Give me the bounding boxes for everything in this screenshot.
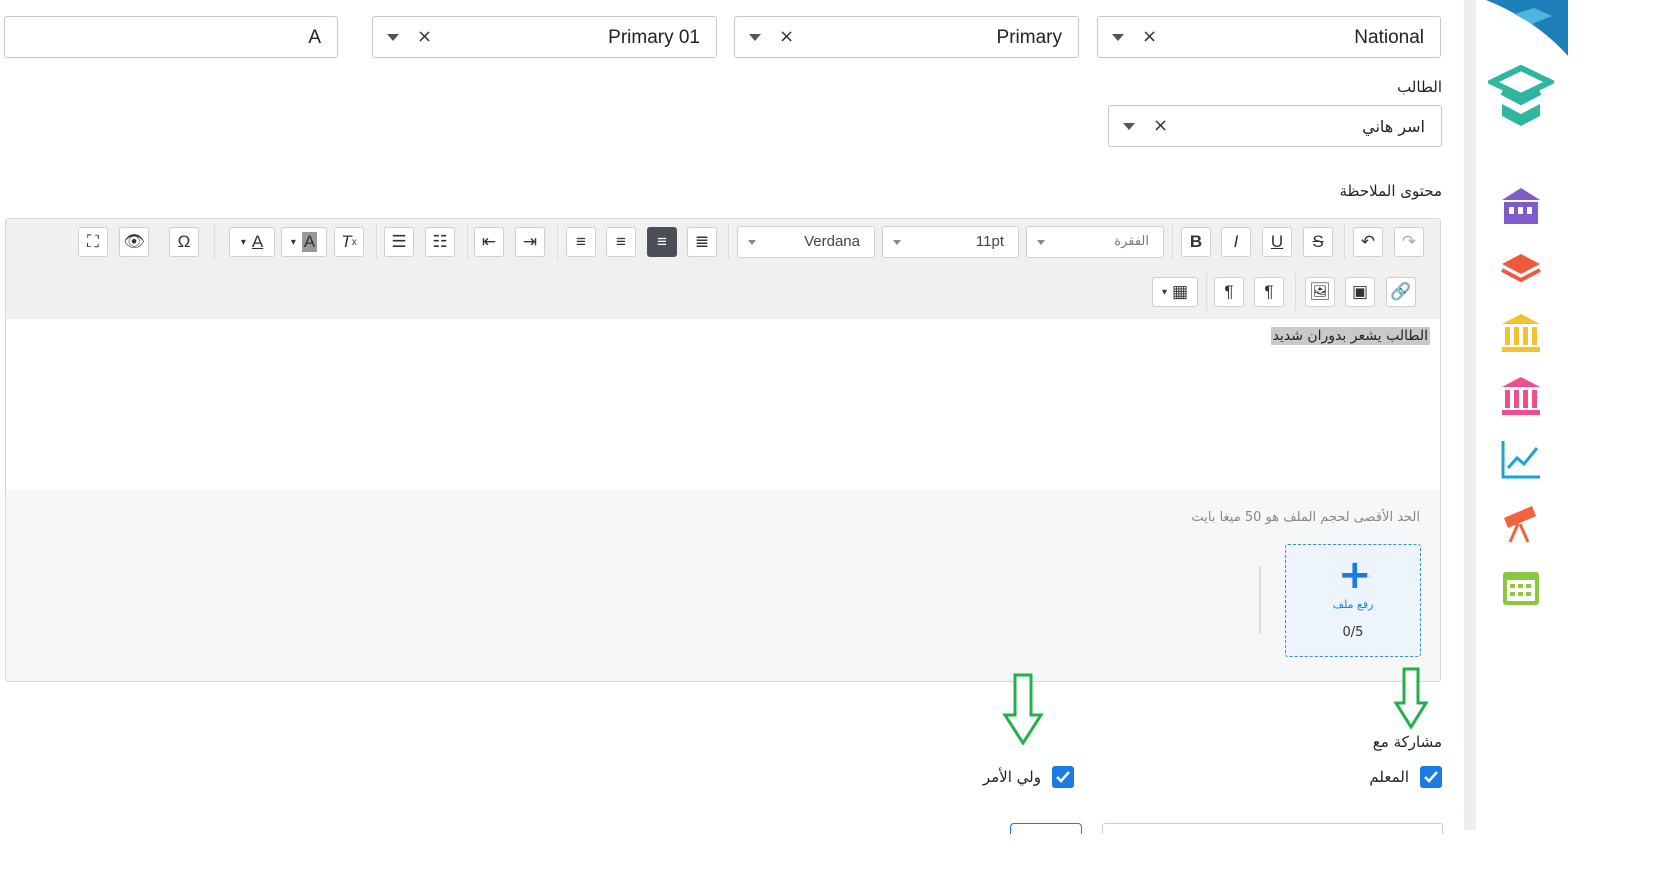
chevron-down-icon[interactable] <box>1123 123 1135 130</box>
clear-icon[interactable]: × <box>1142 26 1157 47</box>
toolbar-separator <box>557 224 558 260</box>
rich-text-editor: ⛶ 👁 Ω ▾ A ▾ A Tx ☰ ☷ ⇤ ⇥ ≡ ≡ ≡ ≣ Verdana 1… <box>5 218 1441 682</box>
upload-count: 0/5 <box>1342 625 1364 640</box>
upload-divider <box>1259 566 1261 634</box>
chevron-down-icon[interactable] <box>749 34 761 41</box>
chevron-down-icon[interactable] <box>387 34 399 41</box>
share-with-label: مشاركة مع <box>1372 733 1442 751</box>
align-left-icon[interactable]: ≡ <box>566 227 596 257</box>
national-select[interactable]: National × <box>1097 16 1441 58</box>
student-select[interactable]: اسر هاني × <box>1108 105 1442 147</box>
primary01-value: Primary 01 <box>608 27 700 48</box>
upload-label: رفع ملف <box>1332 598 1374 611</box>
student-label: الطالب <box>1397 78 1442 96</box>
font-size-value: 11pt <box>975 233 1004 250</box>
strikethrough-button[interactable]: S <box>1303 227 1333 257</box>
ltr-icon[interactable]: ¶ <box>1214 277 1244 307</box>
teacher-label: المعلم <box>1369 768 1409 786</box>
note-label: محتوى الملاحظة <box>1339 182 1442 200</box>
books-icon[interactable] <box>1500 248 1542 290</box>
table-icon[interactable]: ▾ ▦ <box>1152 277 1198 307</box>
toolbar-separator <box>1206 274 1207 310</box>
special-char-button[interactable]: Ω <box>169 227 199 257</box>
sidebar-scrollbar[interactable] <box>1464 0 1476 830</box>
logo-corner <box>1486 0 1568 56</box>
italic-button[interactable]: I <box>1221 227 1251 257</box>
logo-icon <box>1488 64 1554 126</box>
parent-checkbox[interactable] <box>1052 766 1074 788</box>
text-input[interactable]: A <box>4 16 338 58</box>
toolbar-separator <box>1344 224 1345 260</box>
link-icon[interactable]: 🔗 <box>1386 277 1416 307</box>
bullet-list-icon[interactable]: ☷ <box>425 227 455 257</box>
image-icon[interactable]: 🖼 <box>1305 277 1335 307</box>
toolbar-separator <box>1172 224 1173 260</box>
fullscreen-icon[interactable]: ⛶ <box>78 227 108 257</box>
text-color-button[interactable]: ▾ A <box>229 227 275 257</box>
sidebar <box>1476 0 1568 877</box>
toolbar-separator <box>467 224 468 260</box>
clear-icon[interactable]: × <box>779 26 794 47</box>
institution-icon[interactable] <box>1500 312 1542 354</box>
toolbar-separator <box>728 224 729 260</box>
upload-file-button[interactable]: + رفع ملف 0/5 <box>1285 544 1421 657</box>
primary01-select[interactable]: Primary 01 × <box>372 16 717 58</box>
student-value: اسر هاني <box>1362 117 1425 136</box>
clear-format-icon[interactable]: Tx <box>334 227 364 257</box>
undo-icon[interactable]: ↶ <box>1353 227 1383 257</box>
school-icon[interactable] <box>1500 186 1542 228</box>
justify-icon[interactable]: ≣ <box>687 227 717 257</box>
arrow-down-icon <box>1394 667 1428 729</box>
video-icon[interactable]: ▣ <box>1345 277 1375 307</box>
font-size-select[interactable]: 11pt <box>882 226 1019 258</box>
indent-icon[interactable]: ⇥ <box>515 227 545 257</box>
editor-content[interactable]: الطالب يشعر بدوران شديد <box>6 319 1440 489</box>
chevron-down-icon <box>1037 240 1045 245</box>
redo-icon[interactable]: ↷ <box>1394 227 1424 257</box>
numbered-list-icon[interactable]: ☰ <box>384 227 414 257</box>
upload-limit-text: الحد الأقصى لحجم الملف هو 50 ميغا بايت <box>1191 510 1420 525</box>
arrow-down-icon <box>1002 673 1044 745</box>
university-icon[interactable] <box>1500 375 1542 417</box>
primary-select[interactable]: Primary × <box>734 16 1079 58</box>
chevron-down-icon[interactable] <box>1112 34 1124 41</box>
telescope-icon[interactable] <box>1500 502 1542 544</box>
primary-value: Primary <box>996 27 1062 48</box>
chevron-down-icon <box>893 240 901 245</box>
bottom-input[interactable] <box>1102 823 1443 834</box>
toolbar-separator <box>1295 274 1296 310</box>
parent-label: ولي الأمر <box>982 768 1041 786</box>
font-family-value: Verdana <box>804 233 860 250</box>
clear-icon[interactable]: × <box>1153 115 1168 136</box>
chevron-down-icon <box>748 240 756 245</box>
national-value: National <box>1354 27 1424 48</box>
align-right-icon[interactable]: ≡ <box>647 227 677 257</box>
align-center-icon[interactable]: ≡ <box>606 227 636 257</box>
toolbar-separator <box>214 224 215 260</box>
plus-icon: + <box>1338 552 1372 598</box>
bg-color-button[interactable]: ▾ A <box>281 227 327 257</box>
paragraph-value: الفقرة <box>1114 233 1149 248</box>
teacher-checkbox[interactable] <box>1420 766 1442 788</box>
bottom-button[interactable] <box>1010 823 1082 834</box>
calendar-icon[interactable] <box>1500 566 1542 608</box>
bold-button[interactable]: B <box>1181 227 1211 257</box>
note-text: الطالب يشعر بدوران شديد <box>1270 327 1430 345</box>
paragraph-select[interactable]: الفقرة <box>1026 226 1164 258</box>
underline-button[interactable]: U <box>1262 227 1292 257</box>
rtl-icon[interactable]: ¶ <box>1254 277 1284 307</box>
text-input-value: A <box>308 27 321 48</box>
chart-icon[interactable] <box>1500 438 1542 480</box>
clear-icon[interactable]: × <box>417 26 432 47</box>
editor-toolbar: ⛶ 👁 Ω ▾ A ▾ A Tx ☰ ☷ ⇤ ⇥ ≡ ≡ ≡ ≣ Verdana 1… <box>6 219 1440 320</box>
outdent-icon[interactable]: ⇤ <box>474 227 504 257</box>
toolbar-separator <box>376 224 377 260</box>
preview-icon[interactable]: 👁 <box>119 227 149 257</box>
font-family-select[interactable]: Verdana <box>737 226 875 258</box>
